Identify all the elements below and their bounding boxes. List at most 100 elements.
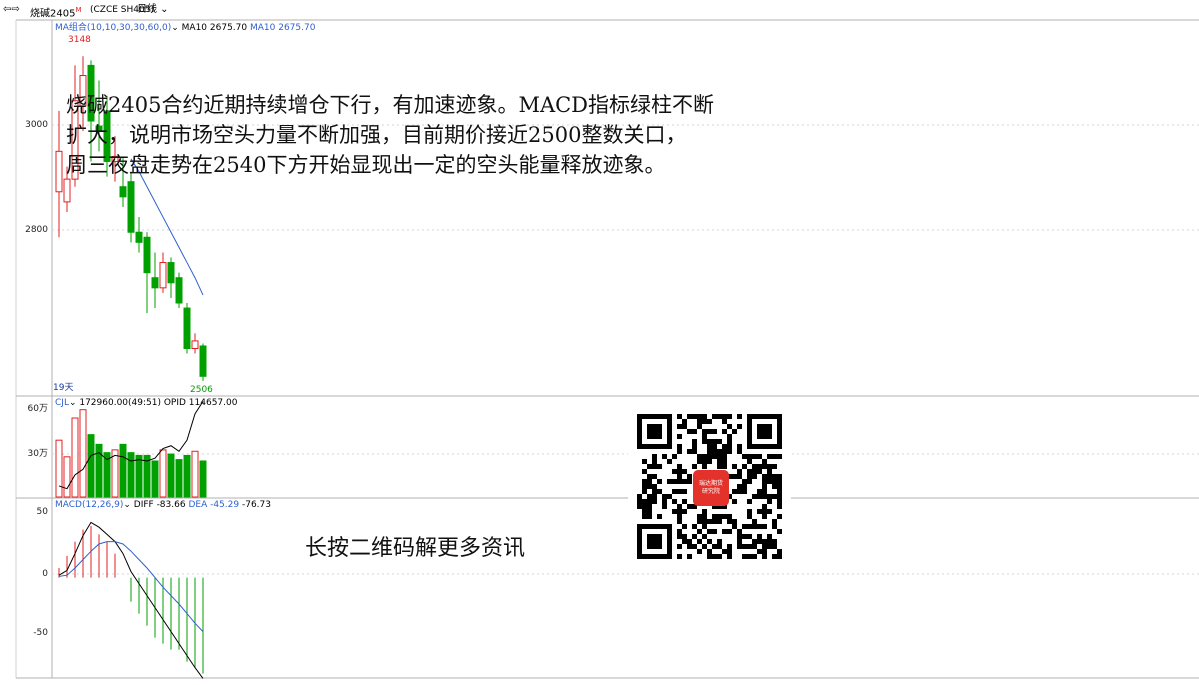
volume-series: [55, 401, 207, 498]
qr-module: [682, 419, 687, 424]
qr-module: [722, 464, 727, 469]
qr-module: [762, 509, 767, 514]
qr-module: [717, 539, 722, 544]
qr-module: [692, 444, 697, 449]
qr-module: [712, 514, 717, 519]
qr-module: [662, 454, 667, 459]
qr-module: [712, 439, 717, 444]
ma-indicator-label[interactable]: MA组合(10,10,30,30,60,0): [55, 23, 171, 33]
qr-module: [707, 549, 712, 554]
analysis-commentary: 烧碱2405合约近期持续增仓下行，有加速迹象。MACD指标绿柱不断 扩大，说明市…: [66, 90, 846, 180]
y-tick-label: 2800: [25, 225, 48, 235]
candle-body: [63, 178, 71, 203]
qr-module: [677, 504, 682, 509]
qr-module: [742, 454, 747, 459]
qr-module: [712, 454, 717, 459]
qr-module: [677, 444, 682, 449]
volume-bar: [79, 409, 87, 498]
qr-module: [702, 514, 707, 519]
back-forward-arrows-icon[interactable]: ⇦⇨: [3, 0, 20, 20]
candle-body: [159, 262, 167, 289]
qr-module: [747, 474, 752, 479]
qr-module: [732, 499, 737, 504]
qr-module: [727, 424, 732, 429]
qr-module: [677, 474, 682, 479]
qr-module: [737, 484, 742, 489]
volume-bar: [151, 460, 159, 498]
qr-module: [777, 554, 782, 559]
qr-module: [772, 454, 777, 459]
qr-module: [682, 424, 687, 429]
qr-module: [702, 509, 707, 514]
chevron-down-icon[interactable]: ⌄: [123, 500, 133, 510]
cjl-indicator-label[interactable]: CJL: [55, 398, 69, 408]
qr-module: [742, 489, 747, 494]
qr-module: [727, 444, 732, 449]
qr-module: [707, 539, 712, 544]
qr-module: [677, 534, 682, 539]
chevron-down-icon[interactable]: ⌄: [69, 398, 79, 408]
qr-module: [772, 539, 777, 544]
qr-module: [732, 489, 737, 494]
qr-module: [727, 529, 732, 534]
qr-module: [752, 519, 757, 524]
qr-module: [747, 544, 752, 549]
qr-module: [647, 504, 652, 509]
qr-module: [642, 514, 647, 519]
qr-module: [692, 534, 697, 539]
qr-module: [667, 494, 672, 499]
dea-value: DEA -45.29: [188, 500, 240, 510]
qr-module: [777, 474, 782, 479]
qr-module: [647, 499, 652, 504]
candle-body: [127, 181, 135, 233]
qr-module: [727, 414, 732, 419]
qr-module: [687, 414, 692, 419]
qr-module: [737, 534, 742, 539]
qr-module: [777, 454, 782, 459]
qr-module: [702, 519, 707, 524]
qr-module: [727, 439, 732, 444]
period-selector[interactable]: 日线 ⌄: [137, 0, 169, 20]
qr-module: [682, 479, 687, 484]
qr-module: [712, 554, 717, 559]
macd-legend: MACD(12,26,9)⌄ DIFF -83.66 DEA -45.29 -7…: [55, 499, 271, 511]
qr-module: [707, 529, 712, 534]
qr-module: [752, 544, 757, 549]
qr-module: [697, 424, 702, 429]
qr-module: [737, 489, 742, 494]
volume-bar: [167, 453, 175, 498]
qr-module: [762, 554, 767, 559]
qr-module: [717, 449, 722, 454]
qr-module: [737, 414, 742, 419]
candle-body: [135, 231, 143, 243]
qr-module: [707, 519, 712, 524]
qr-module: [747, 554, 752, 559]
qr-module: [722, 444, 727, 449]
qr-module: [707, 554, 712, 559]
qr-module: [642, 484, 647, 489]
qr-module: [777, 499, 782, 504]
qr-module: [677, 424, 682, 429]
qr-module: [742, 484, 747, 489]
volume-values: 172960.00(49:51) OPID 114657.00: [79, 398, 238, 408]
qr-module: [737, 449, 742, 454]
qr-module: [727, 519, 732, 524]
qr-module: [712, 414, 717, 419]
qr-module: [737, 529, 742, 534]
qr-module: [762, 549, 767, 554]
qr-module: [667, 459, 672, 464]
qr-module: [642, 469, 647, 474]
macd-indicator-label[interactable]: MACD(12,26,9): [55, 500, 123, 510]
qr-module: [727, 514, 732, 519]
qr-module: [732, 474, 737, 479]
qr-module: [712, 429, 717, 434]
qr-module: [652, 474, 657, 479]
low-price-label: 2506: [190, 385, 213, 395]
chevron-down-icon[interactable]: ⌄: [171, 23, 181, 33]
qr-module: [752, 474, 757, 479]
qr-module: [712, 519, 717, 524]
qr-module: [697, 459, 702, 464]
qr-module: [662, 494, 667, 499]
candle-body: [199, 345, 207, 377]
qr-module: [772, 554, 777, 559]
